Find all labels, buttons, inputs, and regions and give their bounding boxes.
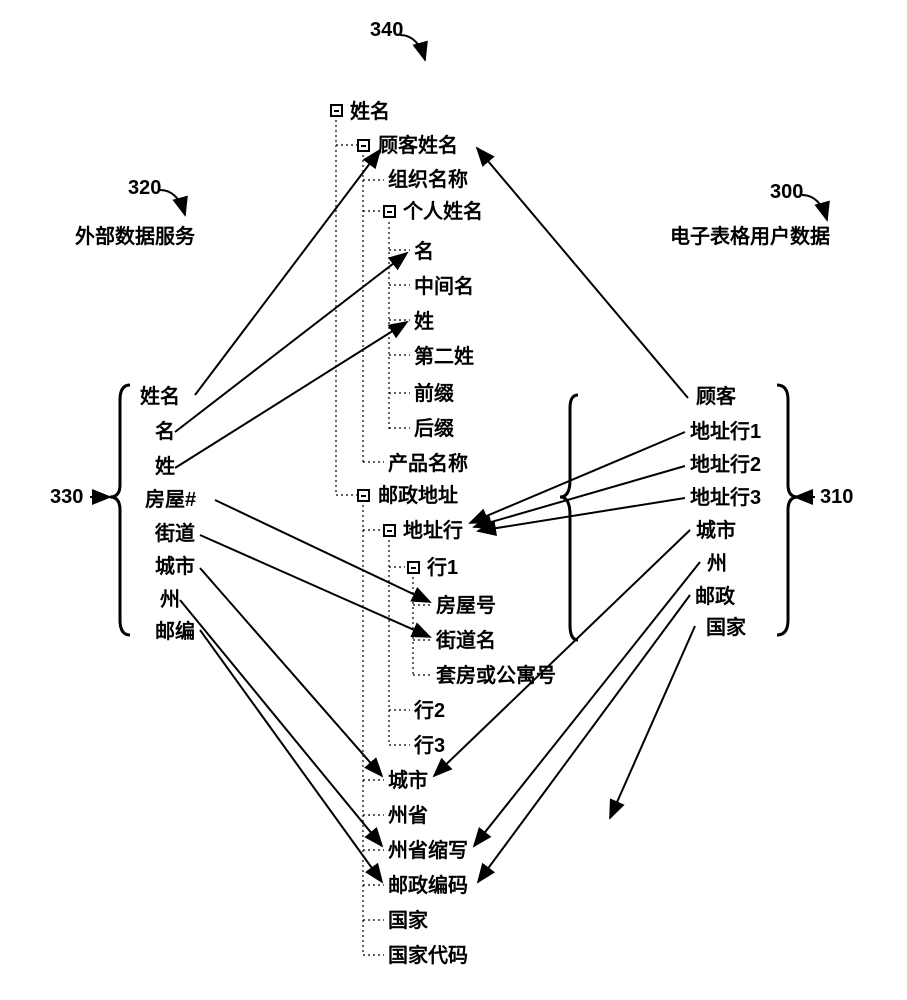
tree-name: 姓名	[350, 100, 390, 124]
tree-personname: 个人姓名	[403, 200, 483, 224]
left-surname: 姓	[155, 455, 175, 479]
tree-product: 产品名称	[388, 452, 468, 476]
tree-second-surname: 第二姓	[414, 345, 474, 369]
ref-300: 300	[770, 180, 803, 204]
tree-country: 国家	[388, 909, 428, 933]
tree-state-abbr: 州省缩写	[388, 839, 468, 863]
left-house: 房屋#	[145, 488, 196, 512]
left-street: 街道	[155, 522, 195, 546]
expand-icon[interactable]	[357, 139, 370, 152]
ref-340: 340	[370, 18, 403, 42]
left-name: 姓名	[140, 385, 180, 409]
tree-given: 名	[414, 240, 434, 264]
tree-surname: 姓	[414, 310, 434, 334]
right-addr1: 地址行1	[690, 420, 761, 444]
tree-line3: 行3	[414, 734, 445, 758]
tree-postal-code: 邮政编码	[388, 874, 468, 898]
ref-320: 320	[128, 176, 161, 200]
expand-icon[interactable]	[383, 524, 396, 537]
tree-line2: 行2	[414, 699, 445, 723]
tree-apt: 套房或公寓号	[436, 664, 556, 688]
right-addr3: 地址行3	[690, 486, 761, 510]
left-zip: 邮编	[155, 620, 195, 644]
tree-country-code: 国家代码	[388, 944, 468, 968]
left-state: 州	[160, 588, 180, 612]
tree-street-name: 街道名	[436, 629, 496, 653]
right-city: 城市	[696, 519, 736, 543]
left-title: 外部数据服务	[75, 225, 195, 249]
tree-city: 城市	[388, 769, 428, 793]
expand-icon[interactable]	[330, 104, 343, 117]
ref-310: 310	[820, 485, 853, 509]
right-customer: 顾客	[696, 385, 736, 409]
left-given: 名	[155, 420, 175, 444]
tree-line1: 行1	[427, 556, 458, 580]
expand-icon[interactable]	[407, 561, 420, 574]
expand-icon[interactable]	[383, 205, 396, 218]
tree-orgname: 组织名称	[388, 168, 468, 192]
left-city: 城市	[155, 555, 195, 579]
ref-330: 330	[50, 485, 83, 509]
right-state: 州	[707, 552, 727, 576]
tree-addr-line: 地址行	[403, 519, 463, 543]
tree-prefix: 前缀	[414, 382, 454, 406]
right-postal: 邮政	[695, 585, 735, 609]
right-country: 国家	[706, 616, 746, 640]
tree-middle: 中间名	[414, 275, 474, 299]
tree-postal-addr: 邮政地址	[378, 484, 458, 508]
right-addr2: 地址行2	[690, 453, 761, 477]
expand-icon[interactable]	[357, 489, 370, 502]
right-title: 电子表格用户数据	[670, 225, 830, 249]
tree-custname: 顾客姓名	[378, 134, 458, 158]
tree-house-no: 房屋号	[436, 594, 496, 618]
tree-state-prov: 州省	[388, 804, 428, 828]
tree-suffix: 后缀	[414, 417, 454, 441]
